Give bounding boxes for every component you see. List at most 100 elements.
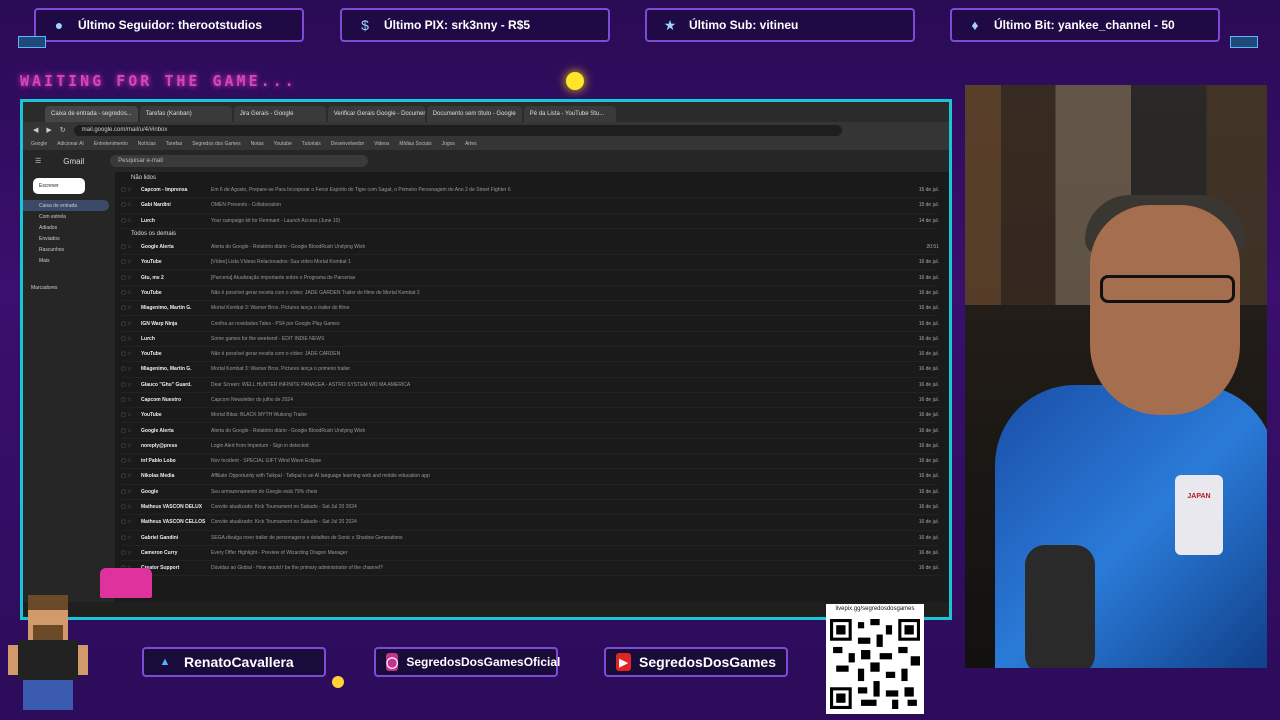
email-row[interactable]: ▢ ☆ YouTube [Vídeo] Lista Vídeos Relaciona… [121, 255, 939, 271]
bookmark-item[interactable]: Mídias Sociais [399, 141, 431, 147]
url-field[interactable]: mail.google.com/mail/u/4/#inbox [73, 124, 842, 136]
email-row[interactable]: ▢ ☆ Google Alerta Alerta do Google - Relat… [121, 423, 939, 439]
compose-button[interactable]: Escrever [33, 178, 85, 194]
email-row[interactable]: ▢ ☆Creator SupportDúvidas ao Global - Ho… [121, 561, 939, 577]
bookmark-item[interactable]: Tutoriais [302, 141, 321, 147]
email-row[interactable]: ▢ ☆ Gabi Nardini OMEN Presents - Collabora… [121, 198, 939, 214]
checkbox-icon[interactable]: ▢ ☆ [121, 305, 141, 311]
checkbox-icon[interactable]: ▢ ☆ [121, 290, 141, 296]
tab-jira[interactable]: Jira Gerais - Google [233, 106, 326, 122]
email-row[interactable]: ▢ ☆ Gtu, me 2 [Parceria] Atualização impor… [121, 270, 939, 286]
email-row[interactable]: ▢ ☆ Lurch Some games for the weekend - EDI… [121, 332, 939, 347]
email-row[interactable]: ▢ ☆ Capcom - Imprensa Em 6 de Agosto, Prep… [121, 183, 939, 199]
email-row[interactable]: ▢ ☆ YouTube Não é possível gerar receita c… [121, 347, 939, 363]
tab-docs[interactable]: Verificar Gerais Google - Documen... [327, 106, 425, 122]
bookmark-item[interactable]: Artes [465, 141, 477, 147]
checkbox-icon[interactable]: ▢ ☆ [121, 336, 141, 342]
checkbox-icon[interactable]: ▢ ☆ [121, 382, 141, 388]
checkbox-icon[interactable]: ▢ ☆ [121, 259, 141, 265]
tab-strip: Caixa de entrada - segredos... Tarefas (… [23, 102, 949, 122]
bookmark-item[interactable]: Entretenimento [94, 141, 128, 147]
shirt-badge: JAPAN [1175, 475, 1223, 555]
email-row[interactable]: ▢ ☆ Matheus VASCON CELLOS Convite atualiza… [121, 515, 939, 531]
sidebar-item-starred[interactable]: Com estrela [23, 211, 115, 222]
section-unread[interactable]: Não lidos [121, 172, 939, 183]
star-icon: ★ [663, 16, 677, 33]
section-all[interactable]: Todos os demais [121, 229, 939, 240]
search-input[interactable]: Pesquisar e-mail [110, 155, 369, 167]
email-row[interactable]: ▢ ☆ Miagenimo, Martin G. Mortal Kombat 3: … [121, 301, 939, 317]
email-row[interactable]: ▢ ☆ Gabriel Gandini SEGA divulga novo trai… [121, 531, 939, 546]
checkbox-icon[interactable]: ▢ ☆ [121, 321, 141, 327]
checkbox-icon[interactable]: ▢ ☆ [121, 443, 141, 449]
sidebar-item-more[interactable]: Mais [23, 255, 115, 266]
email-row[interactable]: ▢ ☆ Google Alerta Alerta do Google - Relat… [121, 240, 939, 256]
checkbox-icon[interactable]: ▢ ☆ [121, 458, 141, 464]
email-row[interactable]: ▢ ☆ Nikolas Media Affiliate Opportunity wi… [121, 469, 939, 485]
email-row[interactable]: ▢ ☆ Capcom Nuestro Capcom Newsletter do ju… [121, 393, 939, 409]
bookmark-item[interactable]: Desenvolvedor [331, 141, 364, 147]
checkbox-icon[interactable]: ▢ ☆ [121, 397, 141, 403]
checkbox-icon[interactable]: ▢ ☆ [121, 187, 141, 193]
menu-icon[interactable]: ☰ [35, 157, 41, 165]
email-row[interactable]: ▢ ☆ Glauco "Ghu" Guard. Dear Screen: WELL … [121, 378, 939, 393]
checkbox-icon[interactable]: ▢ ☆ [121, 244, 141, 250]
checkbox-icon[interactable]: ▢ ☆ [121, 489, 141, 495]
email-row[interactable]: ▢ ☆ Lurch Your campaign kit for Remnant - … [121, 214, 939, 229]
back-icon[interactable]: ◀ [33, 126, 38, 134]
checkbox-icon[interactable]: ▢ ☆ [121, 428, 141, 434]
email-subject: Affiliate Opportunity with Talkpal - Tal… [211, 473, 430, 480]
bookmark-item[interactable]: Videos [374, 141, 389, 147]
bookmark-item[interactable]: Jogos [442, 141, 455, 147]
tab-doc-untitled[interactable]: Documento sem título - Google [426, 106, 522, 122]
bookmark-item[interactable]: Notas [251, 141, 264, 147]
email-row[interactable]: ▢ ☆ Google Seu armazenamento do Google est… [121, 485, 939, 500]
sidebar-item-sent[interactable]: Enviados [23, 233, 115, 244]
checkbox-icon[interactable]: ▢ ☆ [121, 202, 141, 208]
sidebar-item-drafts[interactable]: Rascunhos [23, 244, 115, 255]
email-row[interactable]: ▢ ☆ YouTube Não é possível gerar receita c… [121, 286, 939, 302]
email-row[interactable]: ▢ ☆ Cameron Curry Every Offer Highlight - … [121, 546, 939, 562]
bookmark-item[interactable]: Tarefas [166, 141, 182, 147]
email-row[interactable]: ▢ ☆ Matheus VASCON DELUX Convite atualizad… [121, 500, 939, 516]
email-sender: YouTube [141, 259, 162, 266]
webcam-feed: JAPAN [965, 85, 1267, 668]
sidebar-item-inbox[interactable]: Caixa de entrada [23, 200, 109, 211]
checkbox-icon[interactable]: ▢ ☆ [121, 351, 141, 357]
tab-inbox[interactable]: Caixa de entrada - segredos... [45, 106, 138, 122]
gmail-sidebar: Escrever Caixa de entrada Com estrela Ad… [23, 172, 115, 602]
reload-icon[interactable]: ↻ [60, 126, 66, 134]
email-sender: Gabriel Gandini [141, 534, 179, 541]
forward-icon[interactable]: ▶ [46, 126, 51, 134]
checkbox-icon[interactable]: ▢ ☆ [121, 504, 141, 510]
social-twitter: ▲ RenatoCavallera [142, 647, 326, 677]
bookmark-item[interactable]: Adicionar AI [57, 141, 84, 147]
bookmark-item[interactable]: Google [31, 141, 47, 147]
email-subject: Mortal Kombat 3: Warner Bros. Pictures l… [211, 305, 350, 312]
checkbox-icon[interactable]: ▢ ☆ [121, 473, 141, 479]
tab-youtube-studio[interactable]: Pé da Lista - YouTube Stu... [523, 106, 616, 122]
email-row[interactable]: ▢ ☆ inf Pablo Lobo Nov Incident - SPECIAL … [121, 454, 939, 470]
webcam-person [1090, 205, 1240, 415]
email-row[interactable]: ▢ ☆ Miagenimo, Martin G. Mortal Kombat 3: … [121, 362, 939, 378]
email-sender: Lurch [141, 335, 155, 342]
email-row[interactable]: ▢ ☆ IGN Warp Ninja Confira as novidades Ta… [121, 316, 939, 332]
checkbox-icon[interactable]: ▢ ☆ [121, 519, 141, 525]
checkbox-icon[interactable]: ▢ ☆ [121, 535, 141, 541]
checkbox-icon[interactable]: ▢ ☆ [121, 412, 141, 418]
social-twitter-handle: RenatoCavallera [184, 654, 294, 670]
gmail-logo[interactable]: Gmail [63, 157, 84, 166]
email-subject: [Parceria] Atualização importante sobre … [211, 274, 356, 281]
email-row[interactable]: ▢ ☆ YouTube Mortal Bitas: BLACK MYTH Wukon… [121, 408, 939, 424]
bookmark-item[interactable]: Youtube [274, 141, 292, 147]
email-row[interactable]: ▢ ☆ noreply@press Login Alert from Imperiu… [121, 439, 939, 455]
sidebar-item-snoozed[interactable]: Adiados [23, 222, 115, 233]
bookmark-item[interactable]: Segredos dos Games [192, 141, 240, 147]
checkbox-icon[interactable]: ▢ ☆ [121, 275, 141, 281]
checkbox-icon[interactable]: ▢ ☆ [121, 218, 141, 224]
checkbox-icon[interactable]: ▢ ☆ [121, 550, 141, 556]
checkbox-icon[interactable]: ▢ ☆ [121, 366, 141, 372]
bookmark-item[interactable]: Notícias [138, 141, 156, 147]
sidebar-item-labels[interactable]: Marcadores [23, 282, 115, 293]
tab-kanban[interactable]: Tarefas (Kanban) [139, 106, 232, 122]
